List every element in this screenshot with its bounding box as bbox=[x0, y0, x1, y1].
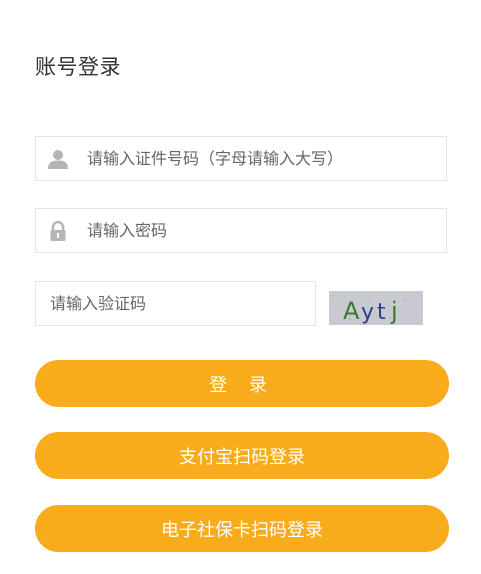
social-card-qr-login-button[interactable]: 电子社保卡扫码登录 bbox=[35, 505, 449, 552]
lock-icon bbox=[47, 220, 69, 242]
captcha-image[interactable]: A y t j bbox=[329, 291, 423, 325]
captcha-char-4: j bbox=[390, 297, 398, 325]
captcha-field[interactable] bbox=[35, 281, 316, 326]
password-input[interactable] bbox=[87, 221, 446, 240]
captcha-input[interactable] bbox=[50, 294, 315, 313]
user-icon bbox=[47, 148, 69, 170]
login-button[interactable]: 登 录 bbox=[35, 360, 449, 407]
page-title: 账号登录 bbox=[35, 55, 121, 79]
id-number-field[interactable] bbox=[35, 136, 447, 181]
alipay-qr-login-button[interactable]: 支付宝扫码登录 bbox=[35, 432, 449, 479]
id-number-input[interactable] bbox=[87, 149, 446, 168]
captcha-char-2: y bbox=[361, 300, 374, 325]
password-field[interactable] bbox=[35, 208, 447, 253]
captcha-char-3: t bbox=[377, 300, 386, 325]
captcha-char-1: A bbox=[343, 297, 360, 325]
